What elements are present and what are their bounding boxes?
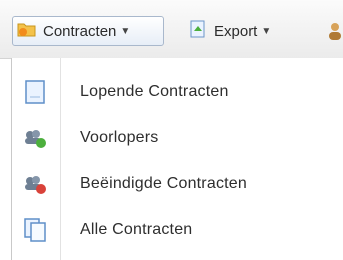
- chevron-down-icon: ▼: [120, 25, 131, 37]
- document-icon: [22, 80, 48, 104]
- menu-item-label: Voorlopers: [80, 129, 159, 146]
- export-icon: [188, 19, 208, 43]
- documents-icon: [22, 218, 48, 242]
- people-red-icon: [22, 172, 48, 196]
- contracten-label: Contracten: [43, 22, 117, 40]
- menu-item-voorlopers[interactable]: Voorlopers: [12, 116, 343, 160]
- menu-item-label: Alle Contracten: [80, 221, 193, 238]
- menu-item-lopende-contracten[interactable]: Lopende Contracten: [12, 70, 343, 114]
- menu-item-alle-contracten[interactable]: Alle Contracten: [12, 208, 343, 252]
- menu-item-label: Lopende Contracten: [80, 83, 229, 100]
- toolbar: Contracten ▼ Export ▼: [0, 0, 343, 59]
- contracten-dropdown-button[interactable]: Contracten ▼: [12, 16, 164, 46]
- contracten-menu: Lopende Contracten Voorlopers Beëindigde…: [11, 58, 343, 260]
- folder-icon: [17, 20, 37, 42]
- people-green-icon: [22, 126, 48, 150]
- user-icon[interactable]: [326, 16, 343, 46]
- export-dropdown-button[interactable]: Export ▼: [188, 16, 313, 46]
- menu-item-beeindigde-contracten[interactable]: Beëindigde Contracten: [12, 162, 343, 206]
- menu-item-label: Beëindigde Contracten: [80, 175, 247, 192]
- export-label: Export: [214, 22, 258, 40]
- chevron-down-icon: ▼: [261, 25, 272, 37]
